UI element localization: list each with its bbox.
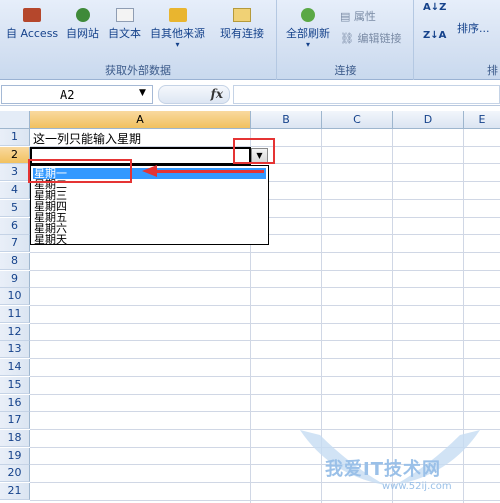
grid-line xyxy=(30,340,500,342)
group-label-connections: 连接 xyxy=(334,64,357,77)
chevron-down-icon[interactable]: ▼ xyxy=(139,88,146,98)
row-header[interactable]: 11 xyxy=(0,306,30,323)
watermark: 我爱IT技术网 www.52ij.com xyxy=(290,425,490,500)
grid-line xyxy=(30,322,500,324)
from-text-button[interactable]: 自文本 xyxy=(108,8,141,48)
group-connections: 全部刷新 ▾ ▤ 属性 ⛓ 编辑链接 连接 xyxy=(278,0,414,80)
row-header[interactable]: 17 xyxy=(0,412,30,430)
from-other-sources-button[interactable]: 自其他来源 ▾ xyxy=(150,8,205,49)
dropdown-item[interactable]: 星期五 xyxy=(33,212,266,223)
formula-bar: A2 ▼ fx xyxy=(0,84,500,106)
grid-line xyxy=(30,269,500,271)
formula-input[interactable] xyxy=(233,85,500,104)
dropdown-item[interactable]: 星期三 xyxy=(33,190,266,201)
row-header[interactable]: 18 xyxy=(0,429,30,447)
grid-line xyxy=(30,305,500,306)
grid-line xyxy=(30,251,500,253)
dropdown-item[interactable]: 星期天 xyxy=(33,234,266,245)
formula-controls: fx xyxy=(158,85,230,104)
group-label-external: 获取外部数据 xyxy=(105,64,171,77)
globe-icon xyxy=(75,8,90,22)
edit-links-button[interactable]: ⛓ 编辑链接 xyxy=(340,30,401,46)
existing-connections-button[interactable]: 现有连接 xyxy=(220,8,264,48)
watermark-text: 我爱IT技术网 xyxy=(325,459,441,480)
row-header[interactable]: 6 xyxy=(0,217,30,235)
grid-line xyxy=(30,375,500,377)
from-access-button[interactable]: 自 Access xyxy=(6,8,58,48)
dropdown-item[interactable]: 星期六 xyxy=(33,223,266,234)
grid-line xyxy=(30,411,500,413)
grid-line xyxy=(30,287,500,289)
annotation-arrow xyxy=(156,170,264,173)
row-header[interactable]: 1 xyxy=(0,129,30,146)
sort-button[interactable]: 排序... xyxy=(457,20,490,60)
row-header[interactable]: 10 xyxy=(0,288,30,306)
column-header-e[interactable]: E xyxy=(464,111,500,129)
row-header[interactable]: 21 xyxy=(0,483,30,500)
grid-line xyxy=(30,358,500,360)
chevron-down-icon: ▾ xyxy=(175,40,180,49)
row-header[interactable]: 20 xyxy=(0,465,30,483)
column-header-b[interactable]: B xyxy=(251,111,322,129)
row-header[interactable]: 19 xyxy=(0,447,30,465)
annotation-box-dropdown xyxy=(233,138,275,164)
link-icon: ⛓ xyxy=(340,32,358,45)
row-header[interactable]: 4 xyxy=(0,182,30,200)
row-header[interactable]: 2 xyxy=(0,146,30,164)
group-get-external-data: 自 Access 自网站 自文本 自其他来源 ▾ 现有连接 获取外部数据 xyxy=(0,0,277,80)
select-all-corner[interactable] xyxy=(0,111,30,129)
ribbon: 自 Access 自网站 自文本 自其他来源 ▾ 现有连接 获取外部数据 全部刷… xyxy=(0,0,500,80)
group-sort: A↓Z Z↓A 排序... 排 xyxy=(415,0,500,80)
row-header[interactable]: 7 xyxy=(0,235,30,253)
chevron-down-icon: ▾ xyxy=(305,40,310,49)
sort-za-icon[interactable]: Z↓A xyxy=(423,30,446,41)
refresh-all-button[interactable]: 全部刷新 ▾ xyxy=(286,8,330,49)
grid-line xyxy=(30,393,500,395)
row-header[interactable]: 15 xyxy=(0,376,30,394)
text-file-icon xyxy=(115,8,134,22)
row-header[interactable]: 9 xyxy=(0,270,30,288)
sort-az-icon[interactable]: A↓Z xyxy=(423,2,446,13)
connections-icon xyxy=(233,8,251,22)
from-web-button[interactable]: 自网站 xyxy=(66,8,99,48)
refresh-icon xyxy=(301,8,315,22)
row-header[interactable]: 5 xyxy=(0,199,30,217)
properties-button[interactable]: ▤ 属性 xyxy=(340,8,376,24)
properties-icon: ▤ xyxy=(340,10,354,23)
access-icon xyxy=(23,8,42,22)
column-header-c[interactable]: C xyxy=(322,111,393,129)
row-header[interactable]: 16 xyxy=(0,394,30,412)
row-header[interactable]: 12 xyxy=(0,323,30,341)
name-box[interactable]: A2 xyxy=(1,85,153,104)
annotation-box-item xyxy=(28,159,132,183)
cell-a1[interactable]: 这一列只能输入星期 xyxy=(33,130,141,147)
column-header-a[interactable]: A xyxy=(30,111,251,129)
insert-function-icon[interactable]: fx xyxy=(211,87,223,101)
row-header[interactable]: 14 xyxy=(0,359,30,377)
group-label-sort: 排 xyxy=(487,64,498,77)
row-header[interactable]: 8 xyxy=(0,252,30,270)
column-header-d[interactable]: D xyxy=(393,111,464,129)
dropdown-item[interactable]: 星期四 xyxy=(33,201,266,212)
watermark-url: www.52ij.com xyxy=(382,481,452,492)
row-header[interactable]: 3 xyxy=(0,164,30,182)
row-header[interactable]: 13 xyxy=(0,341,30,359)
arrow-left-icon xyxy=(142,165,157,177)
database-icon xyxy=(168,8,187,22)
